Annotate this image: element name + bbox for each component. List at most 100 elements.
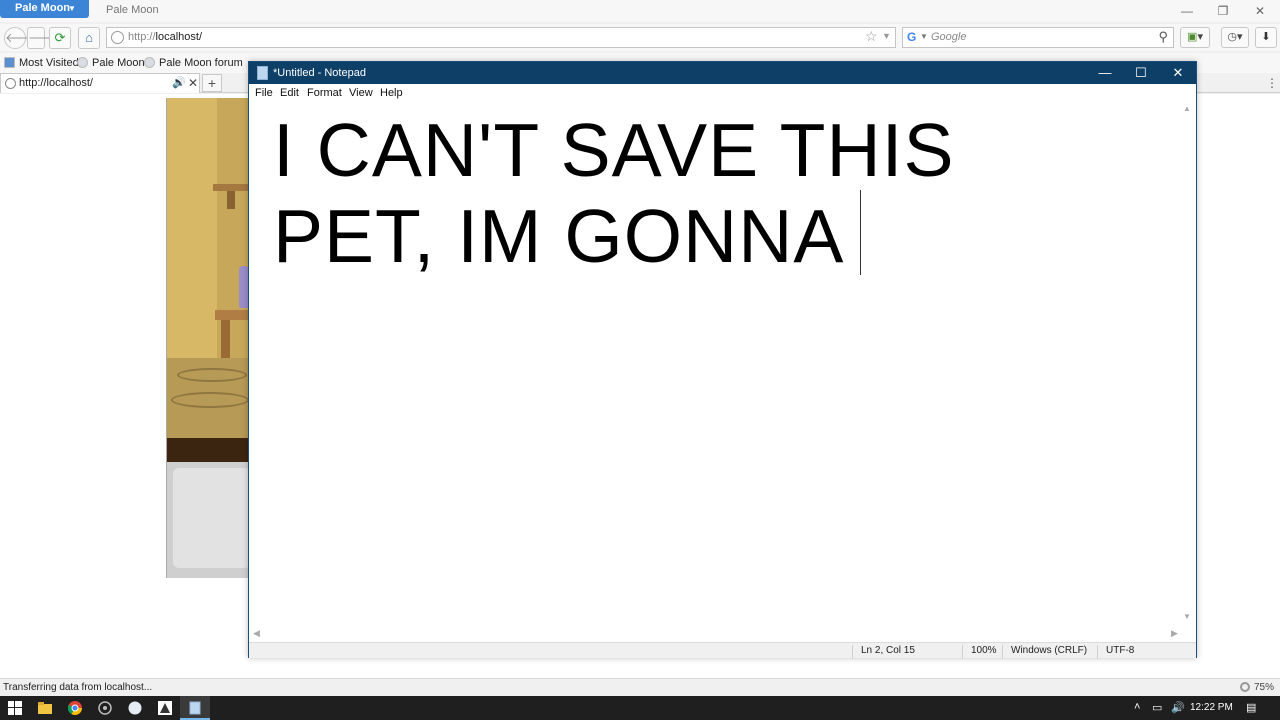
notepad-text-area[interactable]: I CAN'T SAVE THIS PET, IM GONNA — [249, 102, 1196, 626]
taskbar-pale-moon[interactable] — [120, 696, 150, 720]
bookmark-most-visited[interactable]: Most Visited — [4, 57, 79, 69]
bookmark-pale-moon[interactable]: Pale Moon — [77, 57, 145, 69]
network-icon[interactable]: ▭ — [1152, 701, 1162, 714]
bookmark-star-icon[interactable]: ☆ — [865, 28, 878, 45]
scroll-up-icon[interactable]: ▲ — [1183, 104, 1191, 113]
bookmark-folder-icon — [4, 57, 15, 68]
game-rug — [177, 368, 247, 382]
search-bar[interactable]: G ▼ Google ⚲ — [902, 27, 1174, 48]
menu-file[interactable]: File — [255, 87, 273, 99]
pale-moon-icon — [128, 701, 142, 715]
scroll-right-icon[interactable]: ▶ — [1171, 628, 1178, 639]
notepad-status-bar: Ln 2, Col 15 100% Windows (CRLF) UTF-8 — [249, 642, 1196, 659]
line-endings: Windows (CRLF) — [1002, 645, 1098, 659]
tab-localhost[interactable]: http://localhost/ 🔊 ✕ — [0, 73, 200, 93]
history-button[interactable]: ◷▾ — [1221, 27, 1249, 48]
zoom-level[interactable]: 75% — [1254, 682, 1274, 693]
volume-icon[interactable]: 🔊 — [1171, 701, 1185, 714]
minimize-button[interactable]: — — [1179, 3, 1195, 19]
menu-format[interactable]: Format — [307, 87, 342, 99]
addons-button[interactable]: ▣▾ — [1180, 27, 1210, 48]
taskbar-notepad[interactable] — [180, 696, 210, 720]
download-icon: ⬇ — [1261, 31, 1271, 43]
encoding: UTF-8 — [1097, 645, 1177, 659]
scroll-down-icon[interactable]: ▼ — [1183, 612, 1191, 621]
game-wall-light — [167, 98, 217, 358]
game-canvas[interactable] — [166, 98, 250, 578]
restore-button[interactable]: ❐ — [1215, 3, 1231, 19]
window-title: Pale Moon — [106, 4, 159, 16]
notepad-zoom: 100% — [962, 645, 1002, 659]
clock-icon: ◷ — [1227, 31, 1238, 43]
home-button[interactable]: ⌂ — [78, 27, 100, 49]
game-panel-inner — [173, 468, 250, 568]
search-placeholder: Google — [931, 31, 967, 43]
horizontal-scrollbar[interactable]: ◀ ▶ — [249, 626, 1179, 642]
notepad-icon — [257, 66, 268, 80]
chrome-icon — [68, 701, 82, 715]
notepad-title: *Untitled - Notepad — [273, 67, 366, 79]
notepad-titlebar: *Untitled - Notepad — ☐ ✕ — [249, 62, 1196, 84]
taskbar-chrome[interactable] — [60, 696, 90, 720]
start-icon — [8, 701, 22, 715]
tab-close-icon[interactable]: ✕ — [188, 76, 198, 90]
text-caret — [860, 190, 861, 275]
app-menu-label: Pale Moon — [15, 2, 71, 14]
taskbar-inkscape[interactable] — [150, 696, 180, 720]
url-bar[interactable]: http://localhost/ ☆ ▼ — [106, 27, 896, 48]
bookmark-pale-moon-forum[interactable]: Pale Moon forum — [144, 57, 243, 69]
scroll-left-icon[interactable]: ◀ — [253, 628, 260, 639]
tab-list-icon[interactable]: ⋮ — [1266, 76, 1278, 90]
notification-icon[interactable]: ▤ — [1246, 701, 1256, 714]
taskbar: ˄ ▭ 🔊 12:22 PM ▤ — [0, 696, 1280, 720]
forward-button[interactable]: 🡒 — [27, 27, 63, 49]
status-text: Transferring data from localhost... — [3, 682, 153, 693]
globe-icon — [111, 31, 124, 44]
minimize-button[interactable]: — — [1090, 64, 1120, 82]
game-floor-edge — [167, 438, 250, 462]
tab-label: http://localhost/ — [19, 77, 93, 89]
close-button[interactable]: ✕ — [1163, 64, 1193, 82]
chevron-down-icon[interactable]: ▼ — [920, 32, 928, 41]
chevron-up-icon[interactable]: ˄ — [1134, 701, 1140, 713]
pale-moon-icon — [144, 57, 155, 68]
notepad-window: *Untitled - Notepad — ☐ ✕ File Edit Form… — [248, 61, 1197, 659]
globe-icon — [5, 78, 16, 89]
addon-icon: ▣ — [1187, 31, 1198, 43]
game-rug — [171, 392, 249, 408]
speaker-icon[interactable]: 🔊 — [172, 76, 186, 89]
close-button[interactable]: ✕ — [1252, 3, 1268, 19]
menu-view[interactable]: View — [349, 87, 373, 99]
downloads-button[interactable]: ⬇ — [1255, 27, 1277, 48]
start-button[interactable] — [0, 696, 30, 720]
menu-help[interactable]: Help — [380, 87, 403, 99]
notepad-text[interactable]: I CAN'T SAVE THIS PET, IM GONNA — [273, 107, 1153, 279]
game-shelf-bracket — [227, 191, 235, 209]
reload-button[interactable]: ⟳ — [49, 27, 71, 49]
chevron-down-icon[interactable]: ▼ — [882, 31, 891, 41]
status-bar: Transferring data from localhost... 75% — [0, 678, 1280, 696]
inkscape-icon — [158, 701, 172, 715]
search-icon[interactable]: ⚲ — [1158, 29, 1168, 45]
url-text: http://localhost/ — [128, 31, 203, 43]
game-table — [215, 310, 250, 320]
back-button[interactable]: 🡐 — [4, 27, 40, 49]
app-icon — [98, 701, 112, 715]
vertical-scrollbar[interactable]: ▲ ▼ — [1179, 102, 1196, 626]
new-tab-button[interactable]: + — [202, 74, 222, 92]
taskbar-app[interactable] — [90, 696, 120, 720]
browser-titlebar: Pale Moon ▼ Pale Moon — ❐ ✕ — [0, 0, 1280, 22]
chevron-down-icon: ▼ — [68, 4, 76, 13]
google-icon[interactable]: G — [907, 30, 916, 44]
menu-edit[interactable]: Edit — [280, 87, 299, 99]
maximize-button[interactable]: ☐ — [1126, 64, 1156, 82]
pale-moon-icon — [77, 57, 88, 68]
app-menu-button[interactable]: Pale Moon ▼ — [0, 0, 89, 18]
taskbar-clock[interactable]: 12:22 PM — [1190, 702, 1233, 713]
zoom-icon[interactable] — [1240, 682, 1250, 692]
game-shelf — [213, 184, 250, 191]
notepad-menubar: File Edit Format View Help — [249, 84, 1196, 102]
cursor-position: Ln 2, Col 15 — [852, 645, 965, 659]
taskbar-file-explorer[interactable] — [30, 696, 60, 720]
notepad-icon — [189, 701, 201, 715]
